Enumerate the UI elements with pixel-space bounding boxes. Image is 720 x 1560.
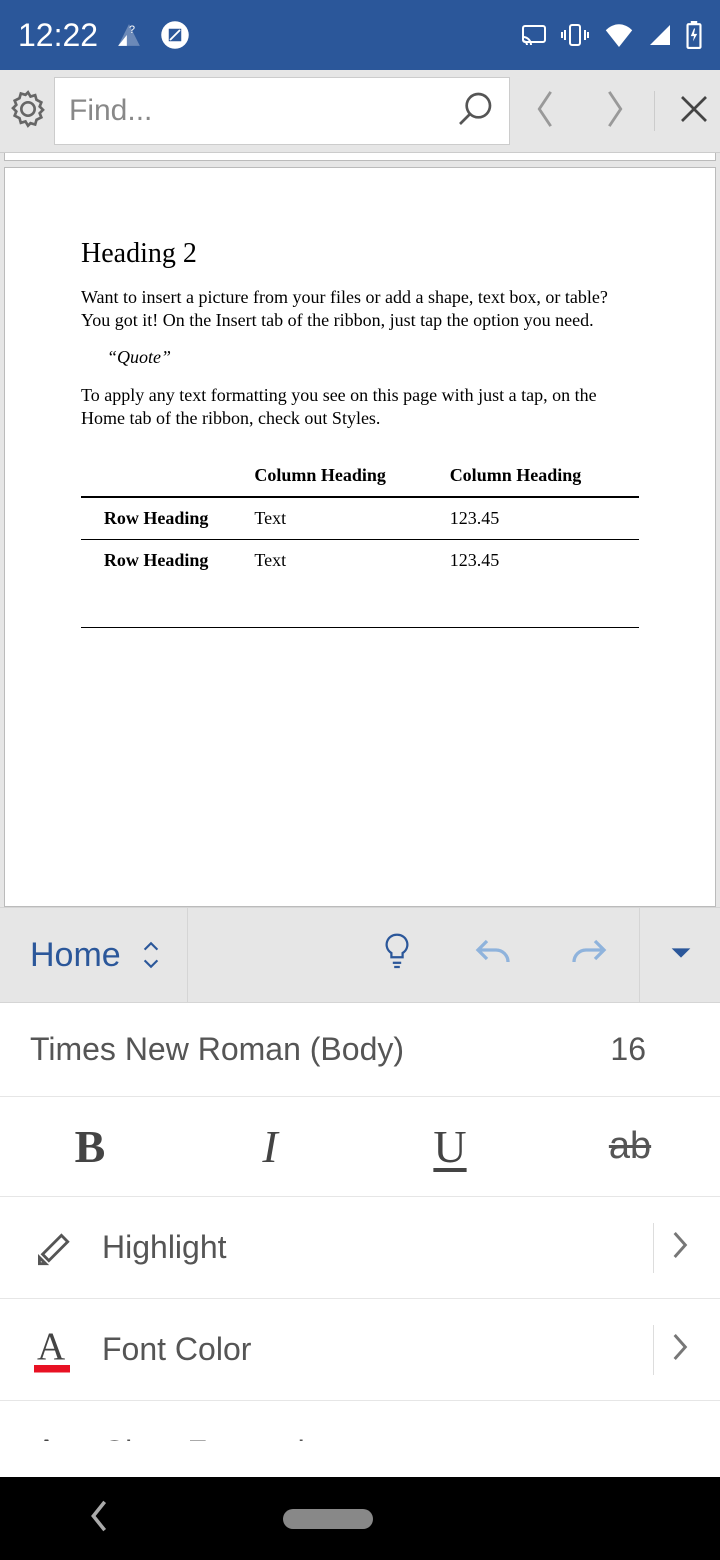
clear-formatting-row[interactable]: A Clear Formatting bbox=[0, 1401, 720, 1441]
svg-text:A: A bbox=[37, 1326, 65, 1368]
search-icon bbox=[455, 89, 495, 134]
font-color-icon: A bbox=[30, 1326, 86, 1374]
find-field[interactable] bbox=[54, 77, 510, 145]
table-bottom-rule bbox=[81, 627, 639, 628]
gear-icon bbox=[8, 89, 48, 134]
chevron-right-icon bbox=[670, 1229, 690, 1266]
table-cell[interactable]: Text bbox=[248, 497, 443, 540]
ribbon-bar: Home bbox=[0, 907, 720, 1003]
vibrate-icon bbox=[560, 22, 590, 48]
find-input[interactable] bbox=[69, 94, 455, 128]
nav-back-button[interactable] bbox=[86, 1499, 112, 1538]
table-cell[interactable]: Row Heading bbox=[81, 540, 248, 582]
heading-2[interactable]: Heading 2 bbox=[81, 238, 639, 270]
find-toolbar bbox=[0, 70, 720, 153]
redo-button[interactable] bbox=[541, 907, 637, 1003]
strikethrough-button[interactable]: ab bbox=[540, 1097, 720, 1196]
svg-text:?: ? bbox=[129, 24, 135, 36]
close-find-button[interactable] bbox=[659, 76, 720, 146]
ribbon-collapse-button[interactable] bbox=[642, 946, 720, 965]
font-selector-row: Times New Roman (Body) 16 bbox=[0, 1003, 720, 1097]
table-header-cell[interactable] bbox=[81, 455, 248, 497]
table-cell[interactable]: 123.45 bbox=[444, 540, 639, 582]
table-header-cell[interactable]: Column Heading bbox=[248, 455, 443, 497]
quote-text[interactable]: “Quote” bbox=[107, 347, 639, 368]
ribbon-separator bbox=[639, 908, 640, 1002]
table-row[interactable]: Row Heading Text 123.45 bbox=[81, 497, 639, 540]
table-cell[interactable]: Row Heading bbox=[81, 497, 248, 540]
find-prev-button[interactable] bbox=[510, 76, 580, 146]
svg-text:A: A bbox=[33, 1432, 60, 1441]
document-area[interactable]: Heading 2 Want to insert a picture from … bbox=[0, 153, 720, 907]
android-nav-bar bbox=[0, 1477, 720, 1560]
font-family-selector[interactable]: Times New Roman (Body) bbox=[30, 1031, 610, 1068]
font-color-label: Font Color bbox=[86, 1331, 653, 1368]
chevron-right-icon bbox=[670, 1331, 690, 1368]
signal-unknown-icon: ? bbox=[116, 22, 142, 48]
font-color-row[interactable]: A Font Color bbox=[0, 1299, 720, 1401]
table-header-cell[interactable]: Column Heading bbox=[444, 455, 639, 497]
status-time: 12:22 bbox=[18, 17, 98, 54]
tell-me-button[interactable] bbox=[349, 907, 445, 1003]
previous-page-edge bbox=[4, 153, 716, 161]
table-row[interactable]: Row Heading Text 123.45 bbox=[81, 540, 639, 582]
row-divider bbox=[653, 1325, 654, 1375]
chevron-right-icon bbox=[601, 89, 629, 134]
lightbulb-icon bbox=[379, 932, 415, 979]
document-table[interactable]: Column Heading Column Heading Row Headin… bbox=[81, 455, 639, 581]
highlight-icon bbox=[30, 1226, 86, 1270]
highlight-label: Highlight bbox=[86, 1229, 653, 1266]
caret-down-icon bbox=[669, 946, 693, 965]
redo-icon bbox=[568, 934, 610, 977]
clear-formatting-label: Clear Formatting bbox=[86, 1434, 690, 1442]
battery-charging-icon bbox=[686, 21, 702, 49]
body-paragraph[interactable]: Want to insert a picture from your files… bbox=[81, 286, 639, 331]
cell-signal-icon bbox=[648, 23, 672, 47]
font-size-selector[interactable]: 16 bbox=[610, 1031, 690, 1068]
settings-button[interactable] bbox=[8, 76, 48, 146]
ribbon-tab-selector[interactable]: Home bbox=[0, 908, 188, 1002]
body-paragraph[interactable]: To apply any text formatting you see on … bbox=[81, 384, 639, 429]
toolbar-separator bbox=[654, 91, 655, 131]
italic-button[interactable]: I bbox=[180, 1097, 360, 1196]
underline-button[interactable]: U bbox=[360, 1097, 540, 1196]
bold-button[interactable]: B bbox=[0, 1097, 180, 1196]
document-page[interactable]: Heading 2 Want to insert a picture from … bbox=[4, 167, 716, 907]
undo-icon bbox=[472, 934, 514, 977]
undo-button[interactable] bbox=[445, 907, 541, 1003]
highlight-row[interactable]: Highlight bbox=[0, 1197, 720, 1299]
table-cell[interactable]: 123.45 bbox=[444, 497, 639, 540]
find-next-button[interactable] bbox=[580, 76, 650, 146]
text-style-row: B I U ab bbox=[0, 1097, 720, 1197]
wifi-icon bbox=[604, 23, 634, 47]
tab-switch-icon bbox=[139, 939, 163, 971]
chevron-left-icon bbox=[531, 89, 559, 134]
table-cell[interactable]: Text bbox=[248, 540, 443, 582]
ribbon-tab-name: Home bbox=[30, 936, 121, 975]
row-divider bbox=[653, 1223, 654, 1273]
clear-formatting-icon: A bbox=[30, 1430, 86, 1441]
table-header-row[interactable]: Column Heading Column Heading bbox=[81, 455, 639, 497]
nav-home-pill[interactable] bbox=[283, 1509, 373, 1529]
status-bar: 12:22 ? bbox=[0, 0, 720, 70]
close-icon bbox=[676, 91, 712, 132]
app-badge-icon bbox=[160, 20, 190, 50]
cast-icon bbox=[522, 25, 546, 45]
